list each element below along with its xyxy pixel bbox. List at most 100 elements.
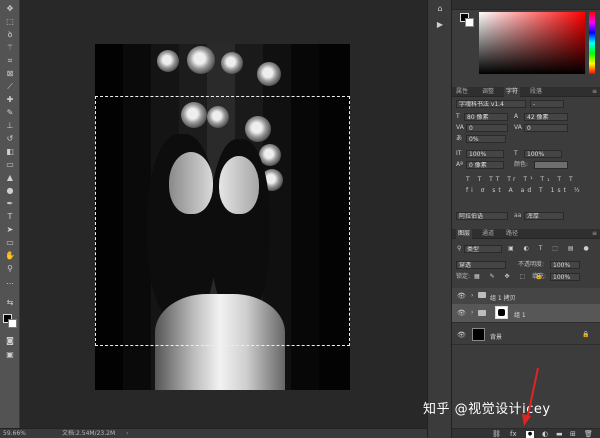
layer-name[interactable]: 背景 bbox=[490, 332, 502, 341]
actions-panel-icon[interactable]: ▶ bbox=[434, 20, 446, 30]
hue-slider[interactable] bbox=[589, 12, 595, 74]
history-brush-tool-icon[interactable]: ↺ bbox=[4, 134, 16, 144]
blend-mode-select[interactable]: 穿透 bbox=[456, 261, 506, 269]
fill-field[interactable]: 100% bbox=[550, 273, 580, 281]
rose-image bbox=[221, 52, 243, 74]
group-folder-icon bbox=[478, 310, 486, 316]
eyedropper-tool-icon[interactable]: ⟋ bbox=[4, 82, 16, 92]
layer-name[interactable]: 组 1 bbox=[514, 310, 526, 319]
hand-tool-icon[interactable]: ✋ bbox=[4, 251, 16, 261]
lasso-tool-icon[interactable]: ꝺ bbox=[4, 30, 16, 40]
filter-kind-select[interactable]: 类型 bbox=[464, 245, 502, 253]
horizontal-scale-field[interactable]: 100% bbox=[524, 150, 562, 158]
layer-row[interactable]: 👁 背景 🔒 bbox=[452, 325, 600, 345]
tab-paths[interactable]: 路径 bbox=[506, 229, 518, 239]
font-style-select[interactable]: - bbox=[530, 100, 564, 108]
zoom-tool-icon[interactable]: ⚲ bbox=[4, 264, 16, 274]
character-panel-tabs: 属性 调整 字符 段落 ≡ bbox=[452, 87, 600, 97]
new-layer-icon[interactable]: ⊞ bbox=[570, 430, 576, 438]
group-folder-icon bbox=[478, 292, 486, 298]
eraser-tool-icon[interactable]: ◧ bbox=[4, 147, 16, 157]
magic-wand-tool-icon[interactable]: ⚚ bbox=[4, 43, 16, 53]
text-color-swatch[interactable] bbox=[534, 161, 568, 169]
brush-tool-icon[interactable]: ✎ bbox=[4, 108, 16, 118]
color-background-chip[interactable] bbox=[465, 18, 474, 27]
pen-tool-icon[interactable]: ✒ bbox=[4, 199, 16, 209]
rose-image bbox=[257, 62, 281, 86]
rectangle-tool-icon[interactable]: ▭ bbox=[4, 238, 16, 248]
more-tools-icon[interactable]: … bbox=[4, 277, 16, 287]
layer-row[interactable]: 👁 › 组 1 拷贝 bbox=[452, 288, 600, 305]
layers-menu-icon[interactable]: ≡ bbox=[592, 229, 597, 239]
visibility-eye-icon[interactable]: 👁 bbox=[457, 292, 466, 300]
quick-mask-icon[interactable]: ◙ bbox=[4, 336, 16, 346]
panels-dock: 属性 调整 字符 段落 ≡ 字魂科书法 v1.4 - T 80 像素 A 42 … bbox=[451, 0, 600, 438]
status-bar: 59.66% 文档:2.54M/23.2M › bbox=[0, 428, 427, 438]
expand-arrow-icon[interactable]: › bbox=[471, 292, 473, 300]
add-mask-icon[interactable]: ● bbox=[526, 431, 534, 438]
baseline-shift-field[interactable]: 0 像素 bbox=[466, 161, 504, 169]
document-size: 文档:2.54M/23.2M bbox=[62, 430, 116, 437]
layer-mask-thumbnail[interactable] bbox=[495, 306, 508, 319]
color-panel-header bbox=[452, 0, 600, 10]
history-panel-icon[interactable]: ⌂ bbox=[434, 4, 446, 14]
layer-row[interactable]: 👁 › 组 1 bbox=[452, 304, 600, 323]
tab-properties[interactable]: 属性 bbox=[456, 87, 468, 97]
watermark-text: 知乎 @视觉设计icey bbox=[423, 402, 551, 417]
opacity-field[interactable]: 100% bbox=[550, 261, 580, 269]
healing-brush-tool-icon[interactable]: ✚ bbox=[4, 95, 16, 105]
fx-icon[interactable]: fx bbox=[510, 430, 517, 438]
lock-label: 锁定: bbox=[456, 273, 471, 280]
color-label: 颜色: bbox=[514, 161, 529, 168]
antialias-select[interactable]: 浑厚 bbox=[524, 212, 564, 220]
adjustment-layer-icon[interactable]: ◐ bbox=[542, 430, 548, 438]
expand-arrow-icon[interactable]: › bbox=[471, 309, 473, 317]
layers-panel-tabs: 图层 通道 路径 ≡ bbox=[452, 229, 600, 239]
faux-styles-row[interactable]: T T TT Tr T¹ T₁ T T bbox=[466, 176, 576, 184]
blur-tool-icon[interactable]: ▲ bbox=[4, 173, 16, 183]
vertical-scale-field[interactable]: 100% bbox=[466, 150, 504, 158]
visibility-eye-icon[interactable]: 👁 bbox=[457, 331, 466, 339]
status-arrow-icon[interactable]: › bbox=[126, 429, 128, 438]
clone-stamp-tool-icon[interactable]: ⊥ bbox=[4, 121, 16, 131]
selection-marquee bbox=[95, 96, 350, 346]
path-selection-tool-icon[interactable]: ➤ bbox=[4, 225, 16, 235]
antialias-label: aa bbox=[514, 212, 522, 219]
filter-icons-row[interactable]: ▣ ◐ T ⬚ ▤ ● bbox=[508, 245, 593, 253]
frame-tool-icon[interactable]: ⊠ bbox=[4, 69, 16, 79]
tab-paragraph[interactable]: 段落 bbox=[530, 87, 542, 97]
delete-layer-icon[interactable]: 🗑 bbox=[584, 430, 593, 438]
canvas-area[interactable] bbox=[20, 0, 427, 428]
dodge-tool-icon[interactable]: ● bbox=[4, 186, 16, 196]
link-layers-icon[interactable]: ⛓ bbox=[492, 430, 501, 438]
screen-mode-icon[interactable]: ▣ bbox=[4, 350, 16, 360]
new-group-icon[interactable]: ▬ bbox=[556, 430, 563, 438]
gradient-tool-icon[interactable]: ▭ bbox=[4, 160, 16, 170]
collapsed-panels-strip: ⌂ ▶ bbox=[427, 0, 451, 438]
tab-channels[interactable]: 通道 bbox=[482, 229, 494, 239]
tab-layers[interactable]: 图层 bbox=[456, 229, 473, 239]
move-tool-icon[interactable]: ✥ bbox=[4, 4, 16, 14]
tab-character[interactable]: 字符 bbox=[504, 87, 521, 97]
tab-adjustments[interactable]: 调整 bbox=[482, 87, 494, 97]
tsume-field[interactable]: 0% bbox=[466, 135, 506, 143]
language-select[interactable]: 阿拉伯语 bbox=[456, 212, 508, 220]
swap-colors-icon[interactable]: ⇆ bbox=[4, 298, 16, 308]
marquee-tool-icon[interactable]: ⬚ bbox=[4, 17, 16, 27]
color-picker-field[interactable] bbox=[479, 12, 585, 74]
zoom-level[interactable]: 59.66% bbox=[3, 429, 26, 438]
panel-menu-icon[interactable]: ≡ bbox=[592, 87, 597, 97]
document-canvas[interactable] bbox=[95, 44, 350, 390]
type-tool-icon[interactable]: T bbox=[4, 212, 16, 222]
kerning-field[interactable]: 0 bbox=[466, 124, 508, 132]
background-color-swatch[interactable] bbox=[8, 319, 17, 328]
leading-field[interactable]: 42 像素 bbox=[524, 113, 568, 121]
visibility-eye-icon[interactable]: 👁 bbox=[457, 309, 466, 317]
tracking-field[interactable]: 0 bbox=[524, 124, 568, 132]
font-family-select[interactable]: 字魂科书法 v1.4 bbox=[456, 100, 526, 108]
layers-bottom-toolbar: ⛓ fx ● ◐ ▬ ⊞ 🗑 bbox=[452, 428, 600, 438]
layer-name[interactable]: 组 1 拷贝 bbox=[490, 293, 516, 302]
crop-tool-icon[interactable]: ⌗ bbox=[4, 56, 16, 66]
font-size-field[interactable]: 80 像素 bbox=[464, 113, 508, 121]
opentype-row[interactable]: fi ơ st A ad T 1st ½ bbox=[466, 187, 583, 195]
